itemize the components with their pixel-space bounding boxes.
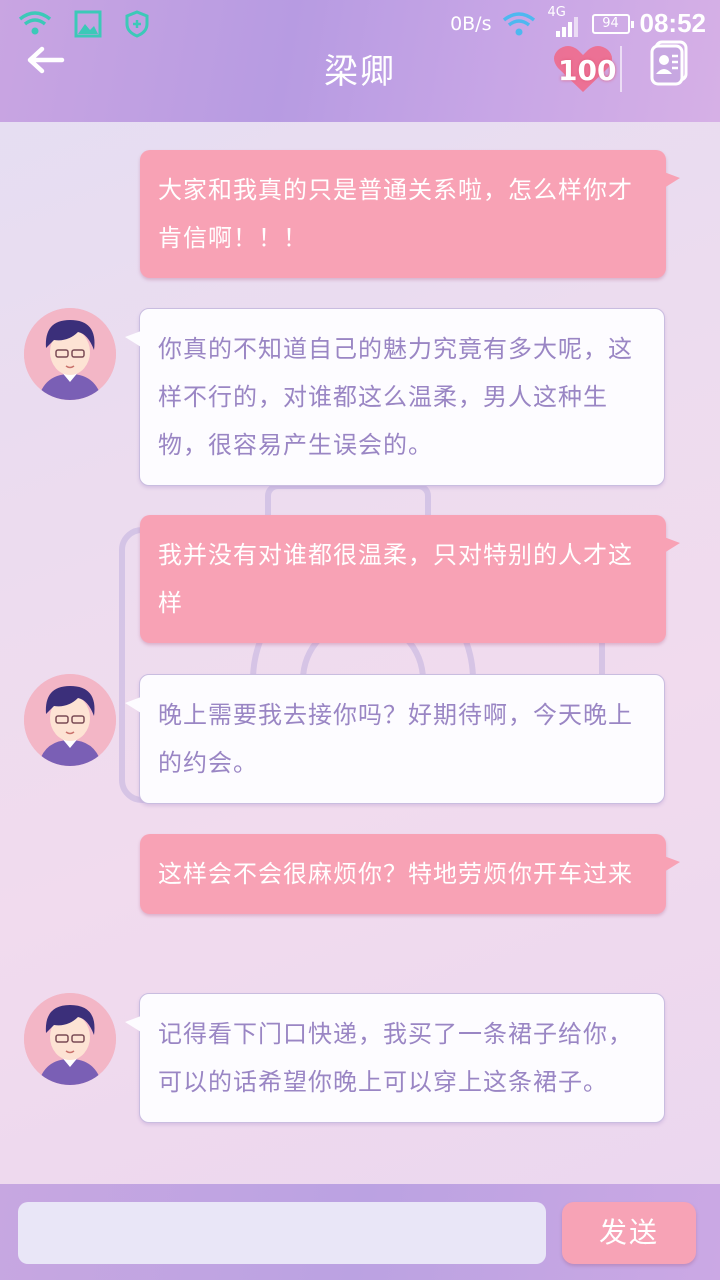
message-input[interactable] <box>18 1202 546 1264</box>
message-text: 这样会不会很麻烦你？特地劳烦你开车过来 <box>158 860 633 888</box>
message-text: 我并没有对谁都很温柔，只对特别的人才这样 <box>158 541 633 617</box>
my-message-bubble[interactable]: 我并没有对谁都很温柔，只对特别的人才这样 <box>140 515 680 643</box>
clock: 08:52 <box>639 8 707 38</box>
contact-card-icon <box>650 40 688 86</box>
wifi-status-icon <box>502 11 535 35</box>
message-text: 你真的不知道自己的魅力究竟有多大呢，这样不行的，对谁都这么温柔，男人这种生物，很… <box>158 335 633 459</box>
top-bar: 0B/s 4G 94 08:52 梁卿 100 <box>0 0 720 122</box>
avatar[interactable] <box>24 993 116 1085</box>
character-portrait-icon <box>24 308 116 400</box>
message-text: 晚上需要我去接你吗？好期待啊，今天晚上的约会。 <box>158 701 633 777</box>
chat-header: 梁卿 100 <box>0 40 720 100</box>
chat-list[interactable]: 大家和我真的只是普通关系啦，怎么样你才肯信啊！！！ 你真的不知道自己的魅力究竟有… <box>0 122 720 1182</box>
send-button[interactable]: 发送 <box>562 1202 696 1264</box>
his-message-bubble[interactable]: 你真的不知道自己的魅力究竟有多大呢，这样不行的，对谁都这么温柔，男人这种生物，很… <box>125 308 665 486</box>
shield-icon <box>125 10 149 38</box>
avatar[interactable] <box>24 674 116 766</box>
affection-value: 100 <box>558 54 617 87</box>
contact-card-button[interactable] <box>648 40 694 86</box>
character-portrait-icon <box>24 674 116 766</box>
battery-indicator: 94 <box>591 13 634 34</box>
character-portrait-icon <box>24 993 116 1085</box>
wifi-icon <box>18 11 52 35</box>
my-message-bubble[interactable]: 大家和我真的只是普通关系啦，怎么样你才肯信啊！！！ <box>140 150 680 278</box>
message-text: 大家和我真的只是普通关系啦，怎么样你才肯信啊！！！ <box>158 176 633 252</box>
avatar[interactable] <box>24 308 116 400</box>
image-icon <box>74 10 102 38</box>
input-bar: 发送 <box>0 1184 720 1280</box>
header-divider <box>620 46 622 92</box>
his-message-bubble[interactable]: 记得看下门口快递，我买了一条裙子给你，可以的话希望你晚上可以穿上这条裙子。 <box>125 993 665 1123</box>
message-text: 记得看下门口快递，我买了一条裙子给你，可以的话希望你晚上可以穿上这条裙子。 <box>158 1020 633 1096</box>
cell-signal-icon: 4G <box>546 5 582 39</box>
my-message-bubble[interactable]: 这样会不会很麻烦你？特地劳烦你开车过来 <box>140 834 680 914</box>
net-speed: 0B/s <box>450 12 492 35</box>
his-message-bubble[interactable]: 晚上需要我去接你吗？好期待啊，今天晚上的约会。 <box>125 674 665 804</box>
